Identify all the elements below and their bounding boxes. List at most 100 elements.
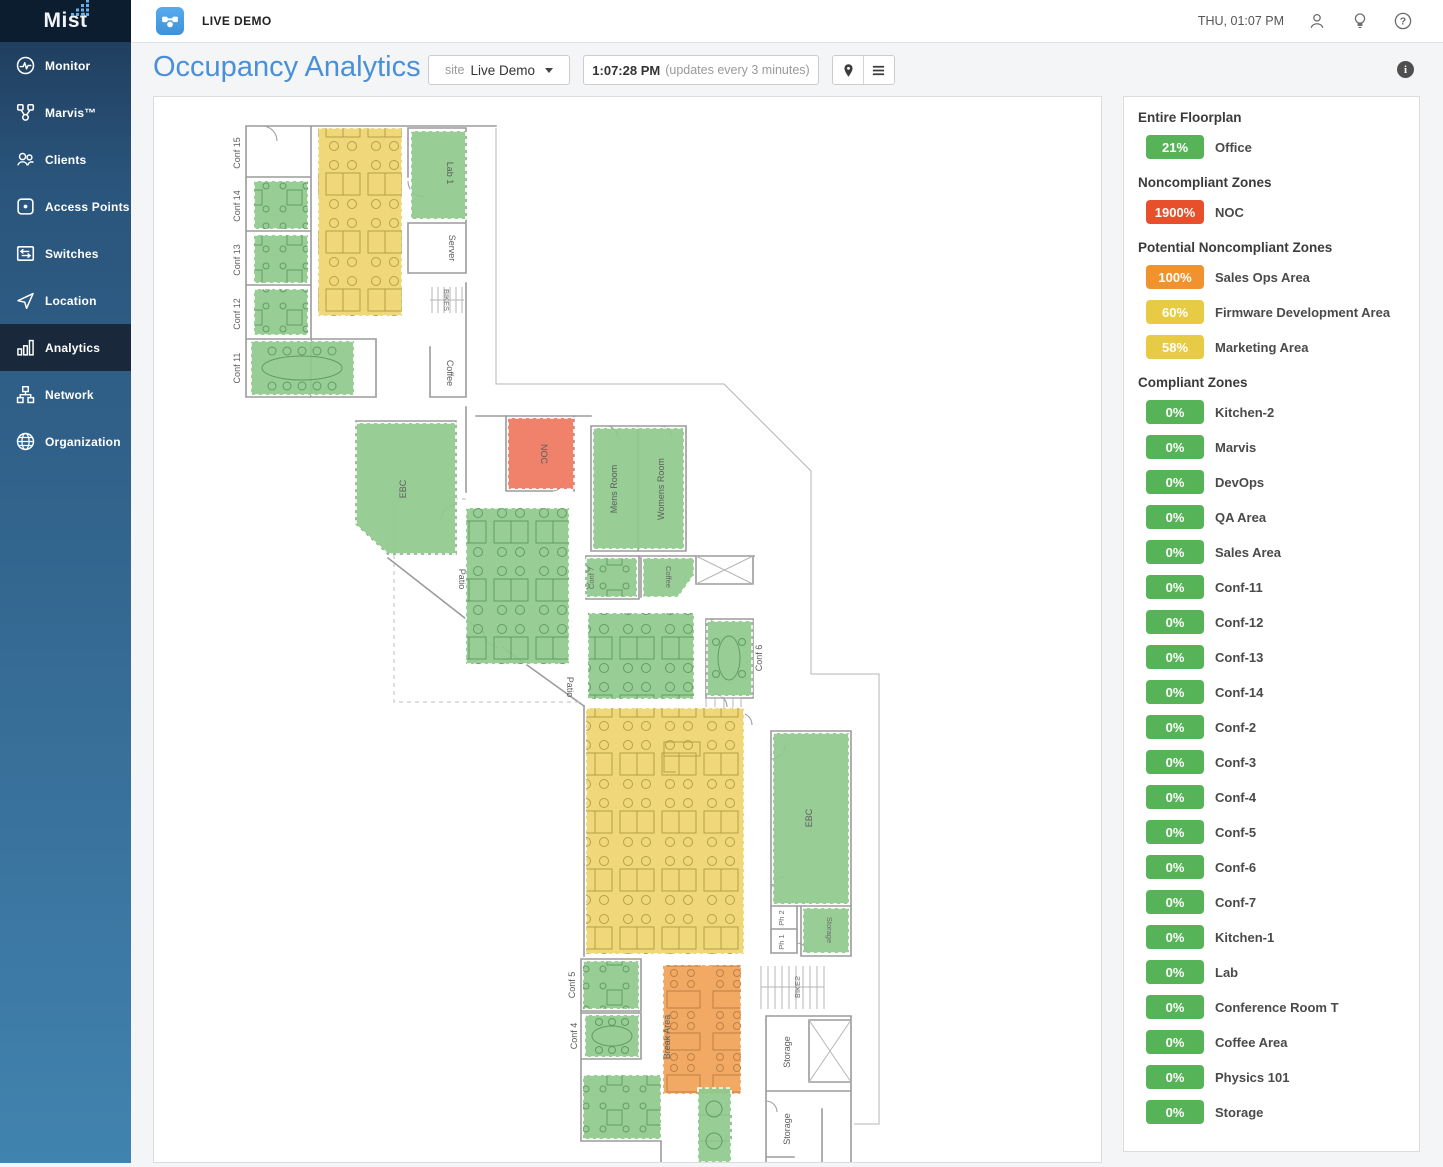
zone-occupancy-row[interactable]: 0% Storage [1138,1100,1405,1124]
current-datetime: THU, 01:07 PM [1198,14,1284,28]
map-view-button[interactable] [833,56,863,84]
refresh-note: (updates every 3 minutes) [665,63,810,77]
svg-text:Server: Server [447,235,457,262]
zone-conf-11[interactable] [251,341,354,395]
zone-name: Conf-6 [1215,860,1256,875]
occupancy-badge: 0% [1146,435,1204,459]
site-selector-value: Live Demo [470,63,535,78]
mist-logo[interactable]: Mist [0,0,131,42]
zone-occupancy-row[interactable]: 58% Marketing Area [1138,335,1405,359]
whats-new-icon[interactable] [1350,11,1370,31]
zone-restrooms[interactable] [593,428,684,549]
sidebar-item-organization[interactable]: Organization [0,418,131,465]
occupancy-badge: 0% [1146,645,1204,669]
occupancy-badge: 0% [1146,610,1204,634]
zone-occupancy-row[interactable]: 0% Kitchen-1 [1138,925,1405,949]
svg-text:Conf 7: Conf 7 [587,567,596,589]
zone-occupancy-row[interactable]: 0% Conf-14 [1138,680,1405,704]
occupancy-badge: 0% [1146,1100,1204,1124]
zone-name: Conference Room T [1215,1000,1339,1015]
occupancy-badge: 0% [1146,400,1204,424]
zone-occupancy-row[interactable]: 0% Conf-3 [1138,750,1405,774]
zone-occupancy-row[interactable]: 0% Conf-7 [1138,890,1405,914]
list-view-button[interactable] [864,56,894,84]
zone-occupancy-row[interactable]: 0% Conference Room T [1138,995,1405,1019]
zone-occupancy-row[interactable]: 0% Conf-2 [1138,715,1405,739]
zone-name: Conf-12 [1215,615,1263,630]
zone-occupancy-row[interactable]: 0% DevOps [1138,470,1405,494]
svg-text:Mens Room: Mens Room [609,465,619,514]
sidebar-item-switches[interactable]: Switches [0,230,131,277]
floorplan-map[interactable]: Conf 15 Conf 14 Conf 13 Conf 12 Conf 11 … [154,97,1101,1162]
location-icon [15,290,36,311]
zone-occupancy-row[interactable]: 0% Conf-13 [1138,645,1405,669]
svg-text:Conf 6: Conf 6 [754,645,764,672]
zone-occupancy-row[interactable]: 0% QA Area [1138,505,1405,529]
zone-name: Conf-11 [1215,580,1263,595]
site-selector[interactable]: site Live Demo [428,55,570,85]
zone-occupancy-row[interactable]: 0% Physics 101 [1138,1065,1405,1089]
sidebar-item-analytics[interactable]: Analytics [0,324,131,371]
svg-text:Conf 5: Conf 5 [567,972,577,999]
svg-text:EBC: EBC [804,808,814,827]
svg-text:BIKES: BIKES [442,289,451,311]
sidebar-item-clients[interactable]: Clients [0,136,131,183]
zone-occupancy-row[interactable]: 1900% NOC [1138,200,1405,224]
zone-occupancy-row[interactable]: 0% Conf-11 [1138,575,1405,599]
zone-name: Firmware Development Area [1215,305,1390,320]
svg-text:Conf 13: Conf 13 [232,244,242,276]
zone-conf-6[interactable] [707,621,752,696]
sidebar-item-monitor[interactable]: Monitor [0,42,131,89]
zone-occupancy-row[interactable]: 100% Sales Ops Area [1138,265,1405,289]
zone-bottom-cafe[interactable] [698,1088,731,1162]
occupancy-badge: 0% [1146,890,1204,914]
zone-lab[interactable] [411,131,466,219]
zone-occupancy-row[interactable]: 0% Sales Area [1138,540,1405,564]
panel-section-heading: Compliant Zones [1138,375,1405,390]
zone-occupancy-row[interactable]: 0% Conf-4 [1138,785,1405,809]
occupancy-badge: 0% [1146,470,1204,494]
zone-occupancy-row[interactable]: 0% Conf-5 [1138,820,1405,844]
occupancy-badge: 1900% [1146,200,1204,224]
zone-name: NOC [1215,205,1244,220]
zone-name: Conf-3 [1215,755,1256,770]
zone-name: Storage [1215,1105,1263,1120]
zone-conf-4[interactable] [585,1015,639,1057]
zone-name: Conf-5 [1215,825,1256,840]
refresh-time-chip: 1:07:28 PM (updates every 3 minutes) [583,55,819,85]
zone-name: Sales Ops Area [1215,270,1310,285]
sidebar-item-label: Analytics [45,341,100,355]
floorplan-canvas[interactable]: Conf 15 Conf 14 Conf 13 Conf 12 Conf 11 … [153,96,1102,1163]
sidebar-item-marvis[interactable]: Marvis™ [0,89,131,136]
svg-text:Conf 4: Conf 4 [569,1023,579,1050]
sidebar-item-access-points[interactable]: Access Points [0,183,131,230]
org-name[interactable]: LIVE DEMO [202,14,272,28]
panel-section-heading: Noncompliant Zones [1138,175,1405,190]
zone-occupancy-row[interactable]: 60% Firmware Development Area [1138,300,1405,324]
zone-occupancy-row[interactable]: 0% Lab [1138,960,1405,984]
occupancy-badge: 0% [1146,1030,1204,1054]
zone-name: Coffee Area [1215,1035,1287,1050]
occupancy-badge: 0% [1146,820,1204,844]
occupancy-side-panel: Entire Floorplan 21% Office Noncompliant… [1123,96,1420,1152]
sidebar-item-network[interactable]: Network [0,371,131,418]
zone-occupancy-row[interactable]: 0% Kitchen-2 [1138,400,1405,424]
zone-name: Kitchen-2 [1215,405,1274,420]
svg-text:Break Area: Break Area [662,1015,672,1060]
sidebar-item-location[interactable]: Location [0,277,131,324]
org-switcher-icon[interactable] [156,7,184,35]
occupancy-badge: 0% [1146,715,1204,739]
zone-occupancy-row[interactable]: 0% Coffee Area [1138,1030,1405,1054]
occupancy-badge: 21% [1146,135,1204,159]
zone-occupancy-row[interactable]: 0% Conf-6 [1138,855,1405,879]
zone-occupancy-row[interactable]: 21% Office [1138,135,1405,159]
info-button[interactable]: i [1397,61,1414,78]
help-icon[interactable] [1393,11,1413,31]
occupancy-badge: 0% [1146,995,1204,1019]
zone-occupancy-row[interactable]: 0% Conf-12 [1138,610,1405,634]
zone-occupancy-row[interactable]: 0% Marvis [1138,435,1405,459]
occupancy-badge: 0% [1146,505,1204,529]
account-icon[interactable] [1307,11,1327,31]
occupancy-badge: 0% [1146,785,1204,809]
access-points-icon [15,196,36,217]
